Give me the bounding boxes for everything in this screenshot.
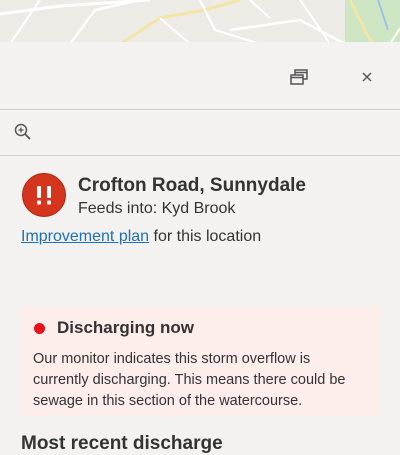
location-title: Crofton Road, Sunnydale <box>78 175 306 196</box>
status-description: Our monitor indicates this storm overflo… <box>33 351 346 409</box>
next-section-heading: Most recent discharge <box>21 433 223 454</box>
alert-exclamation-icon <box>22 173 66 217</box>
info-panel: Crofton Road, Sunnydale Feeds into: Kyd … <box>0 42 400 454</box>
panel-toolbar <box>0 110 400 156</box>
improvement-plan-row: Improvement plan for this location <box>21 228 261 246</box>
status-dot-icon <box>34 322 45 334</box>
map-area[interactable] <box>0 0 400 44</box>
map-tiles <box>0 0 400 44</box>
close-icon[interactable] <box>353 63 381 91</box>
location-header: Crofton Road, Sunnydale Feeds into: Kyd … <box>21 172 381 220</box>
status-header: Discharging now <box>33 316 367 340</box>
improvement-plan-link[interactable]: Improvement plan <box>21 228 149 245</box>
window-restore-icon[interactable] <box>285 63 313 91</box>
zoom-in-icon[interactable] <box>9 118 37 146</box>
panel-header <box>0 42 400 110</box>
status-title: Discharging now <box>57 318 194 337</box>
improvement-plan-suffix: for this location <box>149 228 262 245</box>
feeds-into-label: Feeds into: Kyd Brook <box>78 200 236 217</box>
